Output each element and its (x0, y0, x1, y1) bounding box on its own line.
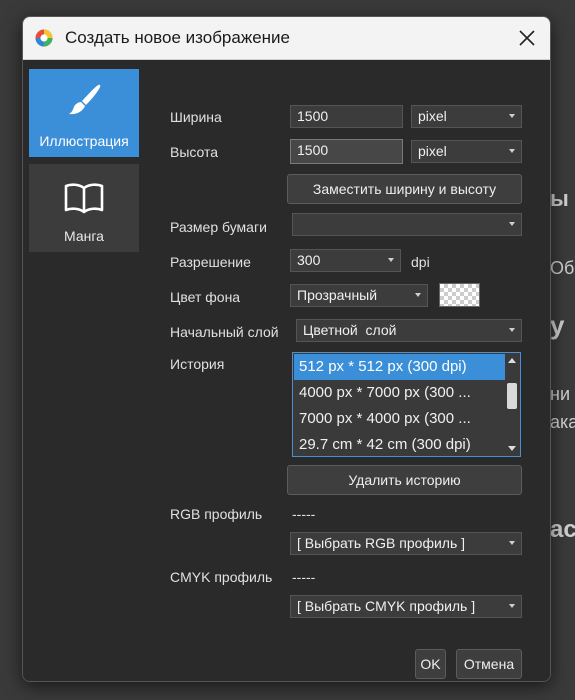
cmyk-profile-select-value: [ Выбрать CMYK профиль ] (297, 598, 476, 614)
history-scrollbar[interactable] (505, 354, 519, 455)
resolution-unit: dpi (411, 254, 430, 270)
scroll-thumb[interactable] (507, 383, 517, 409)
bg-fragment-4: ни (550, 384, 570, 404)
chevron-down-icon (509, 149, 515, 153)
history-item[interactable]: 4000 px * 7000 px (300 ... (294, 380, 505, 406)
width-unit-select[interactable]: pixel (411, 105, 522, 128)
chevron-down-icon (509, 604, 515, 608)
bg-fragment-3: у (550, 310, 565, 340)
bg-fragment-5: ака (550, 412, 575, 432)
bg-fragment-6: ас (550, 516, 575, 543)
chevron-down-icon (509, 222, 515, 226)
swap-dimensions-button[interactable]: Заместить ширину и высоту (287, 174, 522, 204)
height-input[interactable]: 1500 (290, 139, 403, 164)
cancel-button[interactable]: Отмена (456, 649, 522, 679)
width-input[interactable]: 1500 (290, 105, 403, 128)
bg-fragment-1: ы (550, 186, 569, 211)
delete-history-button[interactable]: Удалить историю (287, 465, 522, 495)
width-label: Ширина (170, 109, 222, 125)
history-label: История (170, 356, 225, 372)
chevron-down-icon (509, 541, 515, 545)
scroll-down-arrow-icon[interactable] (508, 446, 516, 451)
tab-illustration-label: Иллюстрация (39, 133, 129, 149)
initial-layer-label: Начальный слой (170, 324, 279, 340)
resolution-value: 300 (297, 252, 321, 268)
chevron-down-icon (388, 258, 394, 262)
brush-icon (69, 84, 101, 115)
ok-button[interactable]: OK (415, 649, 446, 679)
scroll-up-arrow-icon[interactable] (508, 358, 516, 363)
app-icon (35, 29, 53, 47)
tab-manga-label: Манга (64, 228, 104, 244)
cmyk-profile-select[interactable]: [ Выбрать CMYK профиль ] (290, 595, 522, 618)
height-unit-select[interactable]: pixel (411, 140, 522, 163)
chevron-down-icon (509, 114, 515, 118)
bg-color-swatch[interactable] (439, 283, 480, 307)
history-item[interactable]: 512 px * 512 px (300 dpi) (294, 354, 505, 380)
chevron-down-icon (509, 328, 515, 332)
rgb-profile-value: ----- (292, 506, 316, 522)
initial-layer-select[interactable]: Цветной слой (296, 319, 522, 342)
bg-color-select[interactable]: Прозрачный (290, 284, 428, 307)
resolution-select[interactable]: 300 (290, 249, 401, 272)
bg-color-value: Прозрачный (297, 287, 378, 303)
width-unit-value: pixel (418, 108, 447, 124)
paper-size-label: Размер бумаги (170, 219, 267, 235)
resolution-label: Разрешение (170, 254, 251, 270)
tab-illustration[interactable]: Иллюстрация (29, 69, 139, 157)
cmyk-profile-label: CMYK профиль (170, 569, 273, 585)
history-item[interactable]: 29.7 cm * 42 cm (300 dpi) (294, 432, 505, 456)
dialog-body: Иллюстрация Манга Ширина 1500 pixel Высо… (23, 60, 550, 681)
height-label: Высота (170, 144, 219, 160)
dialog-title: Создать новое изображение (65, 28, 291, 47)
close-button[interactable] (504, 17, 550, 59)
paper-size-select[interactable] (292, 213, 522, 236)
rgb-profile-label: RGB профиль (170, 506, 263, 522)
chevron-down-icon (415, 293, 421, 297)
new-image-dialog: Создать новое изображение Иллюстрация Ма… (22, 16, 551, 682)
cmyk-profile-value: ----- (292, 569, 316, 585)
rgb-profile-select-value: [ Выбрать RGB профиль ] (297, 535, 466, 551)
height-unit-value: pixel (418, 143, 447, 159)
initial-layer-value: Цветной слой (303, 322, 397, 338)
history-list[interactable]: 512 px * 512 px (300 dpi) 4000 px * 7000… (292, 352, 521, 457)
bg-fragment-2: Об (550, 258, 575, 278)
tab-manga[interactable]: Манга (29, 164, 139, 252)
history-item[interactable]: 7000 px * 4000 px (300 ... (294, 406, 505, 432)
rgb-profile-select[interactable]: [ Выбрать RGB профиль ] (290, 532, 522, 555)
book-icon (64, 183, 104, 214)
bg-color-label: Цвет фона (170, 289, 241, 305)
close-icon (519, 30, 535, 46)
title-bar: Создать новое изображение (23, 17, 550, 60)
